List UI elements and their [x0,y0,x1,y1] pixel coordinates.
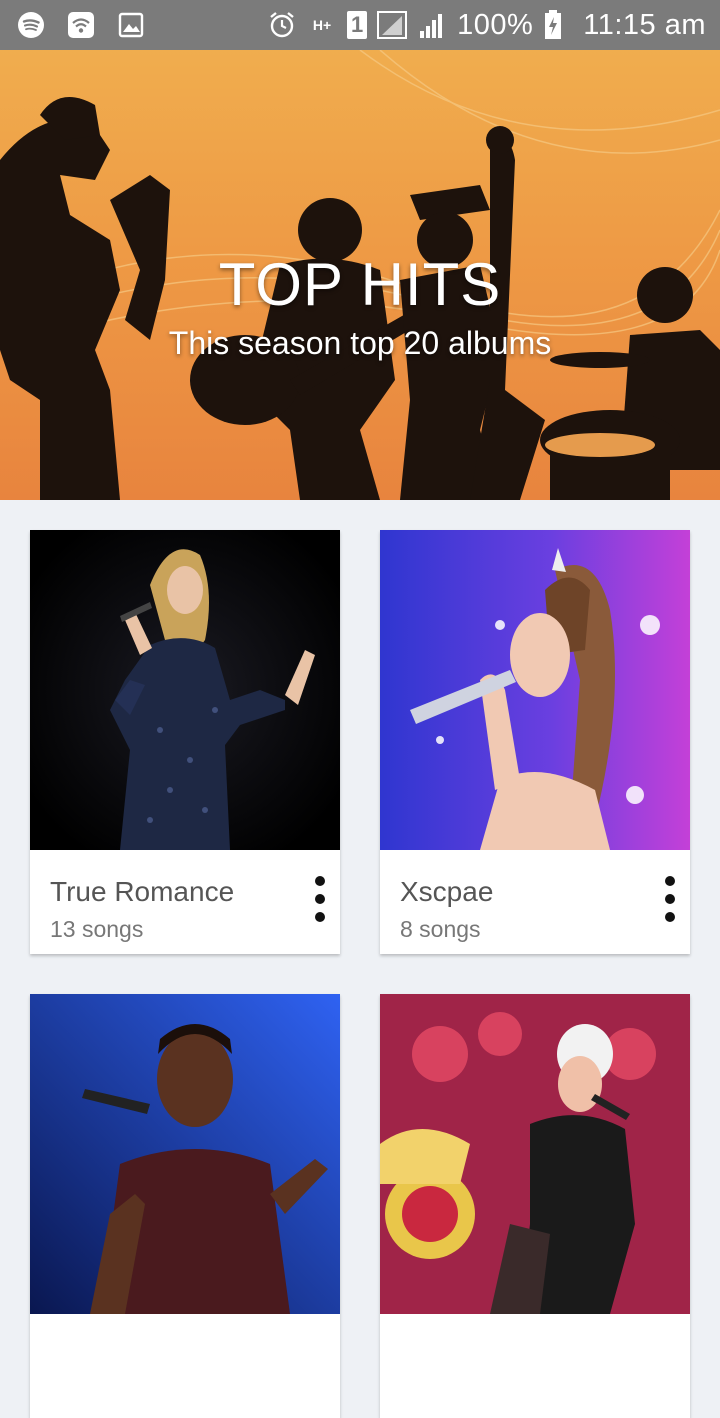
more-vert-icon[interactable] [308,876,332,922]
album-card-xscpae[interactable]: Xscpae 8 songs [380,530,690,954]
battery-percent: 100% [457,8,534,41]
album-title: Xscpae [400,876,494,907]
signal-icon [417,10,447,40]
album-thumbnail[interactable] [380,994,690,1314]
album-song-count: 13 songs [50,916,144,942]
network-type-icon: H+ [312,17,332,33]
album-card-3[interactable] [30,994,340,1418]
clock: 11:15 am [583,8,706,41]
status-bar: H+ 1 100% 11:15 am [0,0,720,50]
sim-icon: 1 [347,11,368,39]
album-title: True Romance [50,876,235,907]
battery-icon [543,10,563,40]
alarm-icon [267,10,297,40]
hero-subtitle: This season top 20 albums [168,325,552,361]
spotify-icon [16,10,46,40]
album-thumbnail[interactable] [380,530,690,850]
image-icon [116,10,146,40]
more-vert-icon[interactable] [658,876,682,922]
album-song-count: 8 songs [400,916,481,942]
album-card-4[interactable] [380,994,690,1418]
hero-banner: TOP HITS This season top 20 albums [0,50,720,500]
wifi-icon [66,10,96,40]
signal-sim2-icon [377,10,408,40]
hero-title: TOP HITS [218,251,502,318]
album-thumbnail[interactable] [30,994,340,1314]
album-thumbnail[interactable] [30,530,340,850]
album-card-true-romance[interactable]: True Romance 13 songs [30,530,340,954]
